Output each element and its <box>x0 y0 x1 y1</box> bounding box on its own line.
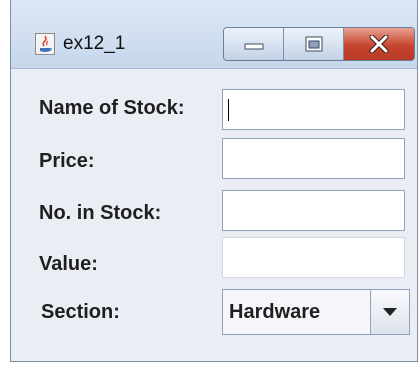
price-input[interactable] <box>222 138 405 179</box>
close-button[interactable] <box>344 28 414 60</box>
name-of-stock-input[interactable] <box>222 89 405 130</box>
section-label: Section: <box>41 301 120 323</box>
section-dropdown-button[interactable] <box>370 290 409 334</box>
window-title: ex12_1 <box>63 33 126 54</box>
value-output <box>222 237 405 278</box>
minimize-button[interactable] <box>224 28 284 60</box>
value-label: Value: <box>39 253 98 275</box>
minimize-icon <box>244 43 263 50</box>
text-caret <box>228 99 229 121</box>
title-bar[interactable]: ex12_1 <box>11 0 417 69</box>
section-selected-value: Hardware <box>229 301 321 323</box>
form-panel: Name of Stock: Price: No. in Stock: Valu… <box>11 69 417 361</box>
price-label: Price: <box>39 150 95 172</box>
section-combobox[interactable]: Hardware <box>222 289 410 335</box>
no-in-stock-input[interactable] <box>222 190 405 231</box>
close-icon <box>369 35 389 53</box>
window-controls <box>223 27 415 61</box>
maximize-button[interactable] <box>284 28 344 60</box>
app-window: ex12_1 Name of Stock: Price: No. in Stoc… <box>10 0 418 362</box>
chevron-down-icon <box>383 308 397 316</box>
name-of-stock-label: Name of Stock: <box>39 97 185 119</box>
no-in-stock-label: No. in Stock: <box>39 202 162 224</box>
maximize-icon <box>305 36 322 52</box>
java-cup-icon <box>35 33 55 55</box>
